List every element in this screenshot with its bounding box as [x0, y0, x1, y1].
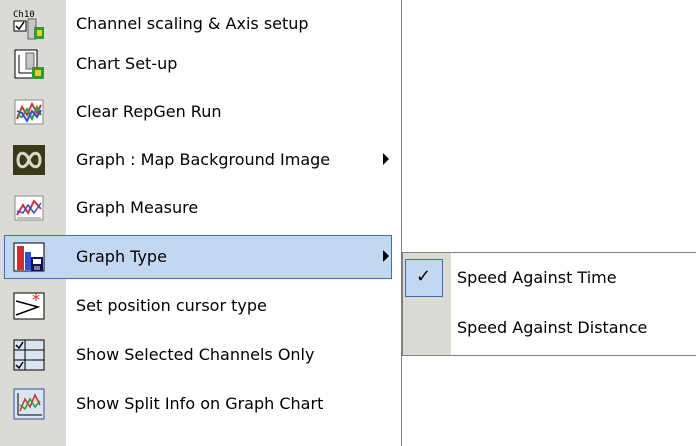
submenu-arrow-icon — [383, 153, 389, 165]
menu-item-split-info[interactable]: Show Split Info on Graph Chart — [0, 380, 400, 428]
graph-type-icon — [12, 240, 46, 274]
submenu-item-label: Speed Against Time — [457, 268, 617, 287]
menu-item-label: Graph Type — [76, 247, 167, 266]
graph-type-submenu: ✓ Speed Against Time Speed Against Dista… — [402, 252, 696, 356]
channel-scaling-icon: Ch10 — [12, 7, 46, 41]
menu-item-selected-channels[interactable]: Show Selected Channels Only — [0, 331, 400, 379]
menu-item-map-background[interactable]: Graph : Map Background Image — [0, 136, 400, 184]
menu-item-label: Graph : Map Background Image — [76, 150, 331, 169]
menu-item-label: Set position cursor type — [76, 296, 267, 315]
svg-text:*: * — [32, 290, 40, 309]
map-background-icon — [12, 143, 46, 177]
menu-item-clear-repgen[interactable]: Clear RepGen Run — [0, 88, 400, 136]
selected-channels-icon — [12, 338, 46, 372]
menu-item-graph-measure[interactable]: Graph Measure — [0, 184, 400, 232]
chart-setup-icon — [12, 47, 46, 81]
submenu-item-speed-against-distance[interactable]: Speed Against Distance — [403, 303, 696, 353]
graph-measure-icon — [12, 191, 46, 225]
menu-item-label: Clear RepGen Run — [76, 102, 222, 121]
menu-item-cursor-type[interactable]: * Set position cursor type — [0, 282, 400, 330]
submenu-item-speed-against-time[interactable]: ✓ Speed Against Time — [403, 253, 696, 303]
menu-item-highlight — [4, 235, 392, 279]
menu-item-chart-setup[interactable]: Chart Set-up — [0, 40, 400, 88]
menu-item-label: Chart Set-up — [76, 54, 178, 73]
menu-item-label: Graph Measure — [76, 198, 199, 217]
menu-item-graph-type[interactable]: Graph Type — [0, 233, 400, 281]
context-menu: Ch10 Channel scaling & Axis setup Chart … — [0, 0, 402, 446]
check-icon: ✓ — [405, 259, 443, 297]
submenu-item-label: Speed Against Distance — [457, 318, 648, 337]
menu-item-label: Show Selected Channels Only — [76, 345, 315, 364]
clear-repgen-icon — [12, 95, 46, 129]
split-info-icon — [12, 387, 46, 421]
menu-item-label: Show Split Info on Graph Chart — [76, 394, 324, 413]
submenu-arrow-icon — [383, 250, 389, 262]
cursor-type-icon: * — [12, 289, 46, 323]
